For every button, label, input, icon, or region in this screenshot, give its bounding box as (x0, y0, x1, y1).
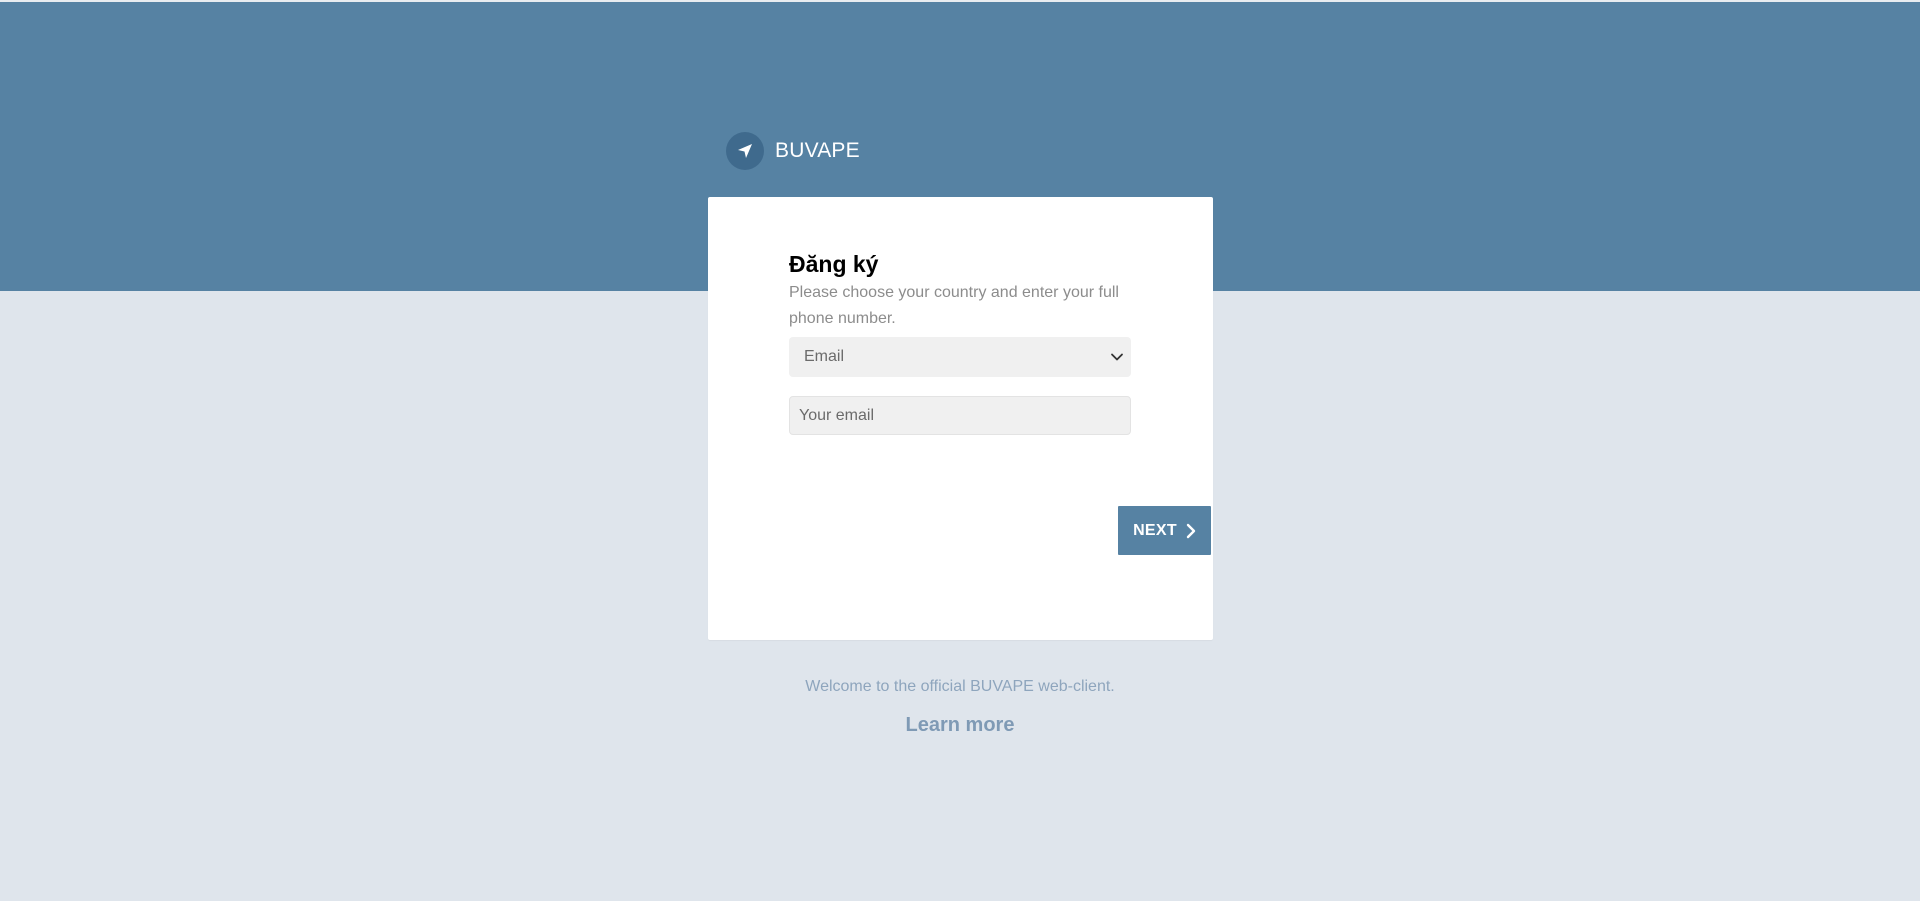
chevron-down-icon (1111, 353, 1123, 361)
paper-plane-icon (726, 132, 764, 170)
next-button-label: NEXT (1133, 521, 1177, 539)
welcome-text: Welcome to the official BUVAPE web-clien… (805, 678, 1115, 695)
chevron-right-icon (1186, 523, 1196, 538)
method-select[interactable]: Email (789, 337, 1131, 377)
signup-form: Đăng ký Please choose your country and e… (789, 250, 1211, 555)
email-input[interactable] (789, 396, 1131, 435)
method-select-value: Email (804, 348, 845, 365)
brand: BUVAPE (726, 131, 860, 171)
brand-name: BUVAPE (775, 139, 860, 162)
learn-more-link[interactable]: Learn more (0, 714, 1920, 737)
signup-title: Đăng ký (789, 251, 879, 277)
next-button[interactable]: NEXT (1118, 506, 1211, 555)
signup-card: Đăng ký Please choose your country and e… (708, 197, 1213, 640)
signup-description: Please choose your country and enter you… (789, 284, 1119, 327)
